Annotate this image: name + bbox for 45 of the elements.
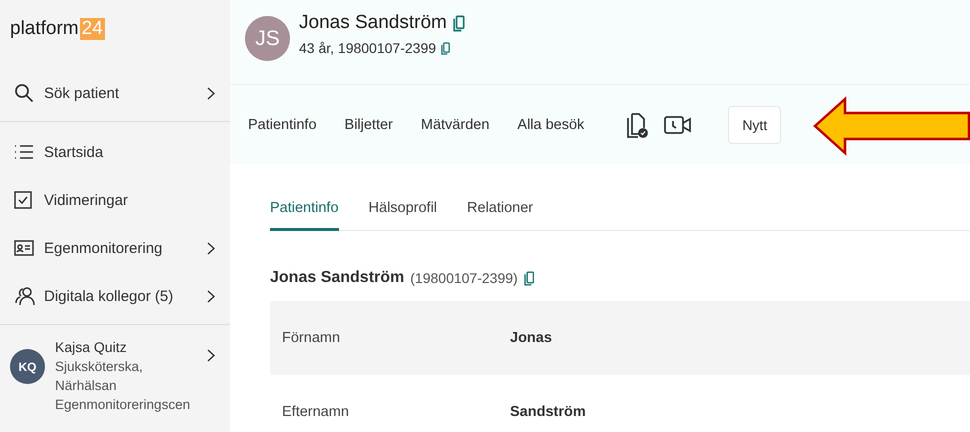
search-icon [14, 83, 34, 103]
user-profile[interactable]: KQ Kajsa Quitz Sjuksköterska, Närhälsan Egenmonitoreringscen [0, 325, 230, 412]
nav-link[interactable]: Patientinfo [248, 116, 317, 132]
tab[interactable]: Relationer [467, 194, 534, 231]
avatar: KQ [10, 349, 45, 384]
tab[interactable]: Hälsoprofil [368, 194, 438, 231]
user-unit: Egenmonitoreringscen [55, 397, 192, 412]
patient-name: Jonas Sandström [299, 12, 447, 34]
tab[interactable]: Patientinfo [270, 194, 339, 231]
sidebar-item[interactable]: Vidimeringar [0, 176, 230, 224]
user-unit: Närhälsan [55, 378, 118, 393]
arrow-annotation-icon [812, 96, 970, 156]
field-value: Jonas [510, 330, 552, 346]
chevron-icon [207, 86, 215, 100]
sidebar-item[interactable]: Digitala kollegor (5) [0, 272, 230, 320]
copy-icon[interactable] [524, 270, 534, 286]
logo-text: platform [10, 18, 79, 40]
patient-heading: Jonas Sandström [270, 269, 404, 287]
nav-link[interactable]: Biljetter [344, 116, 393, 132]
nav-link[interactable]: Mätvärden [420, 116, 490, 132]
user-name: Kajsa Quitz [55, 339, 128, 355]
document-check-icon[interactable] [626, 110, 648, 138]
patient-avatar: JS [245, 16, 290, 61]
field-label: Efternamn [282, 404, 350, 420]
video-camera-icon[interactable] [664, 114, 692, 134]
patient-id: (19800107-2399) [410, 270, 518, 286]
user-role: Sjuksköterska, [55, 359, 144, 374]
id-card-icon [14, 240, 34, 256]
sidebar-item[interactable]: Sök patient [0, 69, 230, 117]
field-value: Sandström [510, 404, 586, 420]
people-icon [14, 286, 36, 306]
chevron-icon [207, 290, 215, 302]
sidebar-item[interactable]: Egenmonitorering [0, 224, 230, 272]
copy-icon[interactable] [452, 14, 465, 32]
chevron-icon [207, 349, 215, 362]
nav-link[interactable]: Alla besök [517, 116, 584, 132]
sidebar-item[interactable]: Startsida [0, 128, 230, 176]
chevron-icon [207, 242, 215, 254]
copy-icon[interactable] [441, 42, 450, 54]
new-button[interactable]: Nytt [728, 106, 782, 144]
list-icon [14, 144, 34, 160]
field-label: Förnamn [282, 330, 342, 346]
checkbox-icon [14, 191, 32, 209]
logo-badge: 24 [80, 18, 105, 40]
patient-details: 43 år, 19800107-2399 [299, 40, 436, 56]
